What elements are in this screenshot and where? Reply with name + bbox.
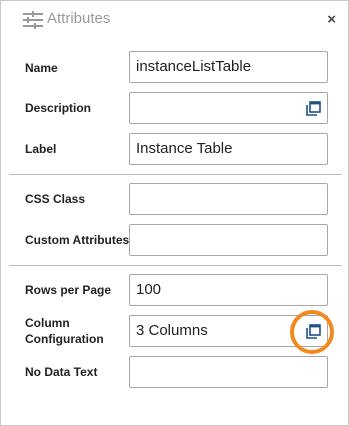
no-data-text-input[interactable] bbox=[129, 356, 328, 388]
column-configuration-label-line2: Configuration bbox=[25, 332, 104, 346]
close-icon[interactable]: × bbox=[327, 11, 336, 29]
description-label: Description bbox=[25, 101, 92, 115]
custom-attributes-label: Custom Attributes bbox=[25, 233, 130, 247]
label-input[interactable]: Instance Table bbox=[129, 133, 328, 165]
column-configuration-value: 3 Columns bbox=[136, 322, 208, 339]
name-label: Name bbox=[25, 61, 58, 75]
tune-sliders-icon bbox=[23, 11, 43, 29]
open-in-window-icon[interactable] bbox=[306, 101, 321, 116]
highlight-circle bbox=[290, 310, 334, 354]
section-divider bbox=[9, 174, 342, 175]
column-configuration-label-line1: Column bbox=[25, 316, 70, 330]
css-class-input[interactable] bbox=[129, 183, 328, 215]
no-data-text-label: No Data Text bbox=[25, 365, 98, 379]
css-class-label: CSS Class bbox=[25, 192, 86, 206]
attributes-panel: Attributes × Name instanceListTable Desc… bbox=[0, 0, 349, 426]
section-divider bbox=[9, 265, 342, 266]
panel-header: Attributes × bbox=[1, 1, 348, 37]
name-input[interactable]: instanceListTable bbox=[129, 51, 328, 83]
rows-per-page-input[interactable]: 100 bbox=[129, 274, 328, 306]
label-label: Label bbox=[25, 142, 57, 156]
description-input[interactable] bbox=[129, 92, 328, 124]
rows-per-page-label: Rows per Page bbox=[25, 283, 112, 297]
custom-attributes-input[interactable] bbox=[129, 224, 328, 256]
panel-title: Attributes bbox=[47, 10, 111, 27]
